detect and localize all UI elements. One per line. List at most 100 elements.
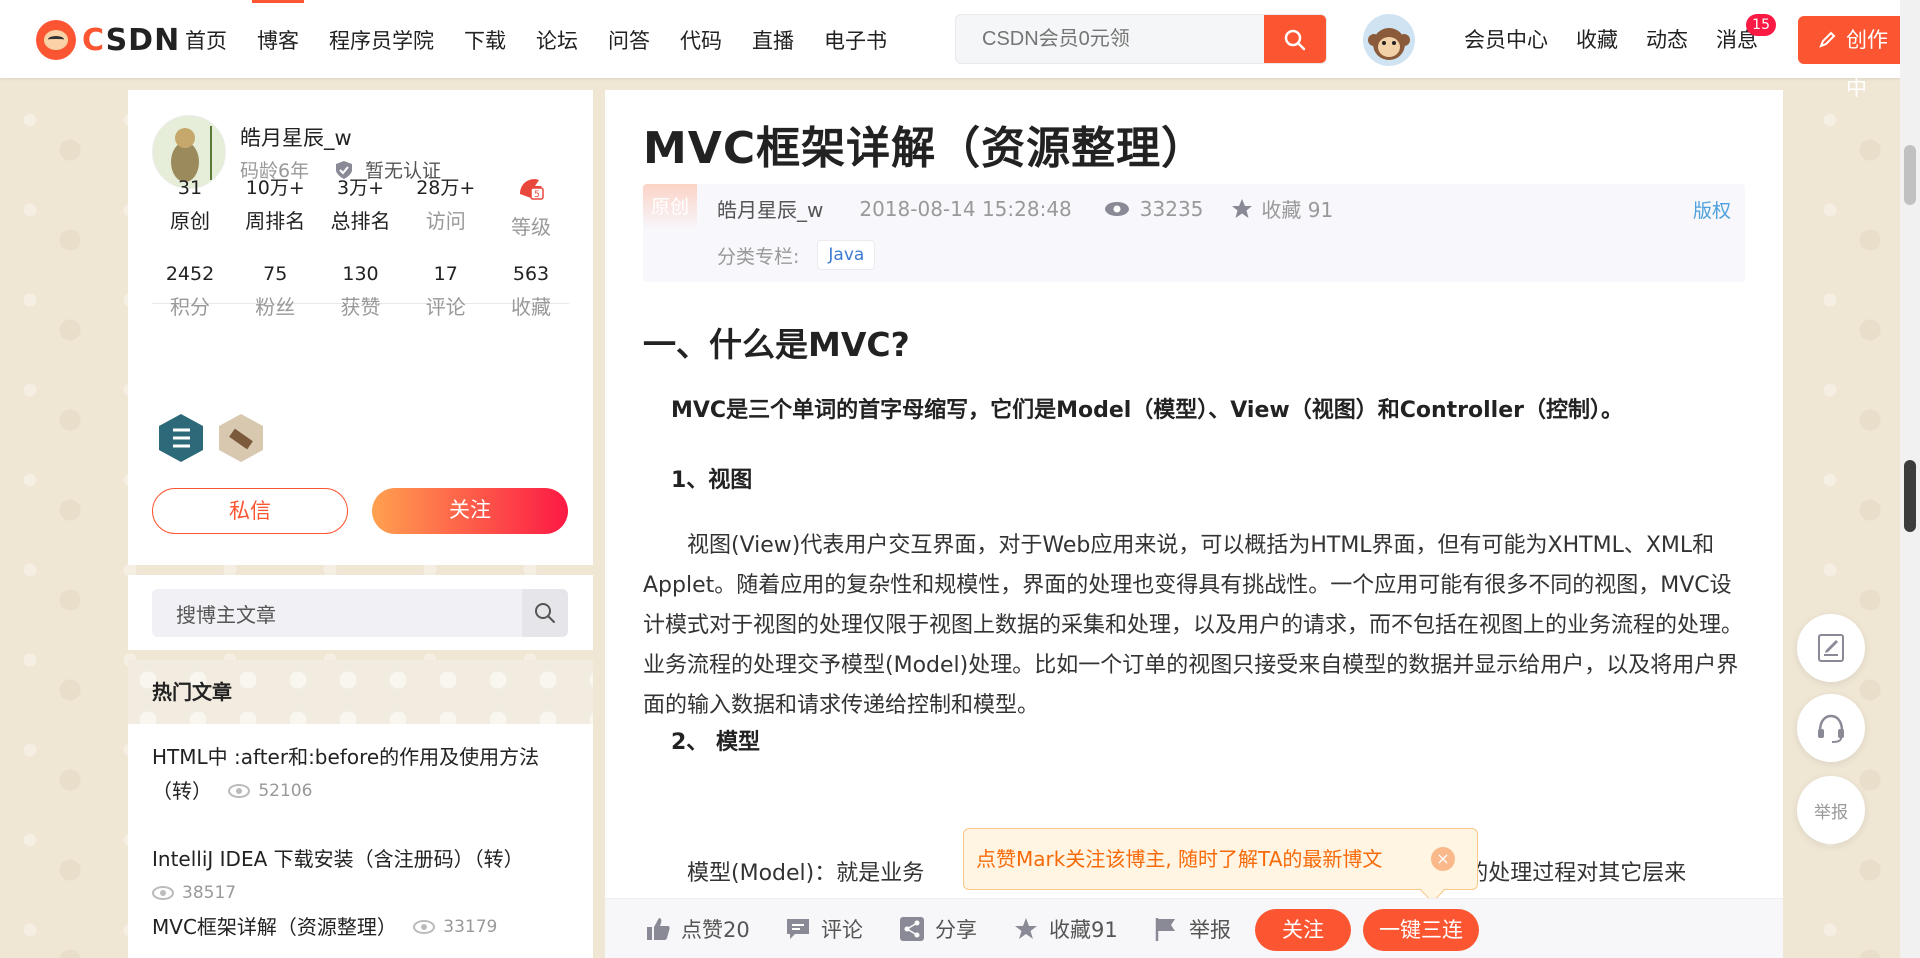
stat-favorites[interactable]: 563 收藏 (493, 260, 569, 326)
monkey-avatar-icon (1368, 28, 1410, 60)
stat-label: 周排名 (245, 209, 306, 233)
create-button[interactable]: 创作中 (1798, 16, 1908, 100)
nav-qa[interactable]: 问答 (593, 0, 665, 78)
hot-article-item[interactable]: IntelliJ IDEA 下载安装（含注册码）（转） 38517 (152, 842, 572, 910)
copyright-link[interactable]: 版权 (1693, 196, 1731, 223)
nav-dynamics[interactable]: 动态 (1632, 0, 1702, 78)
tooltip-text: 点赞Mark关注该博主, 随时了解TA的最新博文 (976, 847, 1383, 871)
star-icon (1015, 918, 1037, 939)
main-nav: 首页 博客 程序员学院 下载 论坛 问答 代码 直播 电子书 (170, 0, 902, 78)
top-navbar: CSDN 首页 博客 程序员学院 下载 论坛 问答 代码 直播 电子书 会员中心… (0, 0, 1920, 100)
stat-num: 28万+ (416, 177, 476, 199)
blog-search-input[interactable]: 搜博主文章 (152, 599, 522, 628)
private-message-button[interactable]: 私信 (152, 488, 348, 534)
nav-messages[interactable]: 消息 15 (1702, 0, 1776, 78)
nav-live[interactable]: 直播 (737, 0, 809, 78)
customer-service-button[interactable] (1797, 694, 1865, 762)
close-icon[interactable]: × (1431, 847, 1455, 871)
user-nav: 会员中心 收藏 动态 消息 15 (1450, 0, 1776, 78)
svg-text:5: 5 (534, 190, 540, 200)
blog-search[interactable]: 搜博主文章 (152, 589, 568, 637)
hot-article-title[interactable]: IntelliJ IDEA 下载安装（含注册码）（转） (152, 847, 524, 871)
view-count-value: 52106 (258, 781, 313, 801)
favorite-button[interactable]: 收藏91 (1013, 913, 1118, 945)
achievement-badges (156, 412, 266, 464)
stat-comments[interactable]: 17 评论 (408, 260, 484, 326)
hot-article-item[interactable]: HTML中 :after和:before的作用及使用方法（转） 52106 (152, 740, 572, 808)
stat-visits[interactable]: 28万+ 访问 (408, 174, 484, 246)
stat-original[interactable]: 31 原创 (152, 174, 228, 246)
top-search-button[interactable] (1264, 15, 1326, 63)
stat-total-rank[interactable]: 3万+ 总排名 (323, 174, 399, 246)
stat-week-rank[interactable]: 10万+ 周排名 (237, 174, 313, 246)
nav-favorites[interactable]: 收藏 (1562, 0, 1632, 78)
stat-label: 等级 (511, 215, 551, 239)
headset-icon (1818, 714, 1844, 743)
like-button[interactable]: 点赞20 (645, 913, 750, 945)
top-search (955, 14, 1327, 64)
stat-label: 积分 (170, 295, 210, 319)
stat-label: 总排名 (330, 209, 391, 233)
section-heading: 一、什么是MVC? (643, 325, 910, 364)
meta-time: 2018-08-14 15:28:48 (859, 196, 1072, 221)
meta-favorites[interactable]: 收藏 91 (1261, 194, 1333, 223)
nav-code[interactable]: 代码 (665, 0, 737, 78)
stat-level[interactable]: 5 等级 (493, 174, 569, 246)
subheading-view: 1、视图 (671, 468, 753, 493)
top-search-input[interactable] (956, 15, 1264, 63)
user-avatar[interactable] (1363, 14, 1415, 66)
stat-num: 2452 (165, 263, 215, 285)
category-line: 分类专栏: Java (717, 240, 876, 270)
create-label: 创作中 (1846, 28, 1888, 100)
stat-fans[interactable]: 75 粉丝 (237, 260, 313, 326)
category-tag[interactable]: Java (817, 240, 876, 270)
share-label: 分享 (935, 918, 977, 942)
nav-download[interactable]: 下载 (449, 0, 521, 78)
pen-badge-icon[interactable] (216, 412, 266, 464)
share-button[interactable]: 分享 (899, 913, 977, 945)
stat-num: 17 (433, 263, 458, 285)
blog-search-button[interactable] (522, 589, 568, 637)
report-button[interactable]: 举报 (1153, 913, 1231, 945)
hot-articles-title: 热门文章 (128, 660, 593, 724)
hot-article-title[interactable]: MVC框架详解（资源整理） (152, 915, 397, 939)
author-name[interactable]: 皓月星辰_w (240, 122, 352, 152)
comment-button[interactable]: 评论 (785, 913, 863, 945)
report-float-button[interactable]: 举报 (1797, 776, 1865, 844)
stat-label: 粉丝 (255, 295, 296, 319)
nav-vip-center[interactable]: 会员中心 (1450, 0, 1562, 78)
stat-likes[interactable]: 130 获赞 (323, 260, 399, 326)
toolbar-follow-button[interactable]: 关注 (1255, 909, 1351, 951)
search-icon (535, 603, 555, 623)
thumbs-up-icon (647, 918, 670, 940)
hot-article-title[interactable]: HTML中 :after和:before的作用及使用方法（转） (152, 745, 539, 803)
nav-academy[interactable]: 程序员学院 (314, 0, 449, 78)
eye-icon (152, 886, 174, 900)
side-widget-handle[interactable] (1904, 460, 1916, 532)
nav-forum[interactable]: 论坛 (521, 0, 593, 78)
nav-ebook[interactable]: 电子书 (809, 0, 902, 78)
hot-article-item[interactable]: MVC框架详解（资源整理） 33179 (152, 910, 572, 944)
write-float-button[interactable] (1797, 614, 1865, 682)
hot-articles-card: 热门文章 HTML中 :after和:before的作用及使用方法（转） 521… (128, 660, 593, 958)
pen-icon (1819, 31, 1836, 48)
triple-action-button[interactable]: 一键三连 (1363, 909, 1479, 951)
meta-author[interactable]: 皓月星辰_w (717, 194, 823, 223)
like-label: 点赞20 (681, 918, 750, 942)
category-label: 分类专栏: (717, 245, 800, 268)
stat-points[interactable]: 2452 积分 (152, 260, 228, 326)
list-badge-icon[interactable] (156, 412, 206, 464)
subheading-model: 2、 模型 (671, 730, 760, 755)
scrollbar-thumb[interactable] (1904, 145, 1916, 205)
nav-home[interactable]: 首页 (170, 0, 242, 78)
follow-button[interactable]: 关注 (372, 488, 568, 534)
star-icon[interactable] (1231, 198, 1253, 220)
blog-search-card: 搜博主文章 (128, 575, 593, 650)
share-icon (900, 917, 924, 941)
nav-blog[interactable]: 博客 (242, 0, 314, 78)
paragraph-model-end: 程的处理过程对其它层来 (1444, 861, 1687, 886)
view-count-value: 33179 (443, 917, 498, 937)
comment-label: 评论 (821, 918, 863, 942)
stat-label: 获赞 (340, 295, 381, 319)
csdn-logo[interactable]: CSDN (36, 20, 180, 60)
